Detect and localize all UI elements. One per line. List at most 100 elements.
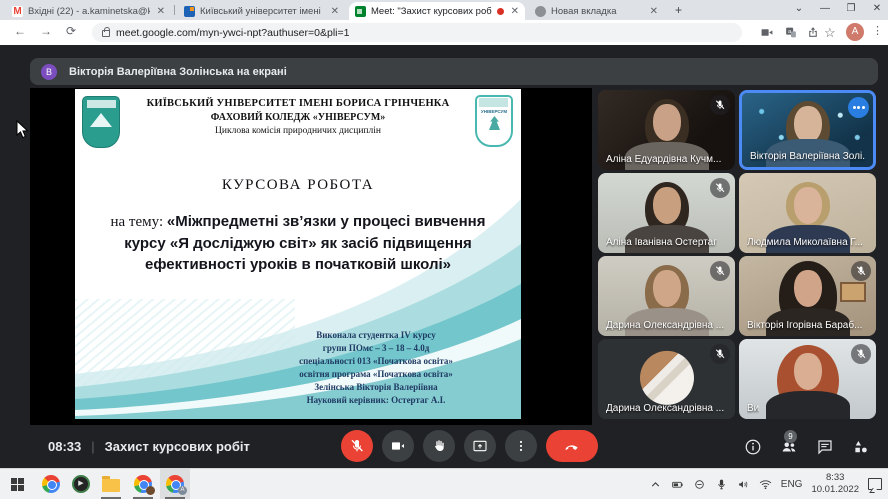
mic-muted-icon <box>710 95 730 115</box>
participant-tile[interactable]: Вікторія Ігорівна Бараб... <box>739 256 876 336</box>
microphone-tray-icon[interactable] <box>715 478 728 491</box>
tab-gmail[interactable]: M Вхідні (22) - a.kaminetska@kubg ✕ <box>6 2 171 20</box>
tab-title: Новая вкладка <box>551 6 643 17</box>
more-options-button[interactable] <box>505 430 537 462</box>
tab-university[interactable]: Київський університет імені Бор ✕ <box>178 2 345 20</box>
battery-icon[interactable] <box>671 478 684 491</box>
participant-tile[interactable]: Аліна Едуардівна Кучм... <box>598 90 735 170</box>
slide-header: КИЇВСЬКИЙ УНІВЕРСИТЕТ ІМЕНІ БОРИСА ГРІНЧ… <box>123 98 473 136</box>
gmail-icon: M <box>12 6 23 17</box>
participant-name: Аліна Іванівна Остертаг <box>606 237 717 248</box>
raise-hand-button[interactable] <box>423 430 455 462</box>
university-name: КИЇВСЬКИЙ УНІВЕРСИТЕТ ІМЕНІ БОРИСА ГРІНЧ… <box>123 98 473 109</box>
default-favicon <box>535 6 546 17</box>
speaker-icon[interactable] <box>737 478 750 491</box>
participants-icon[interactable]: 9 <box>780 438 798 456</box>
hidden-icons-chevron-icon[interactable] <box>649 478 662 491</box>
wifi-icon[interactable] <box>759 478 772 491</box>
translate-icon[interactable]: a <box>784 26 798 39</box>
onedrive-icon[interactable] <box>693 478 706 491</box>
taskbar-chrome-1[interactable] <box>36 469 66 499</box>
meet-icon <box>355 6 366 17</box>
folder-icon <box>102 479 120 492</box>
bookmark-star-icon[interactable]: ☆ <box>824 25 838 38</box>
tab-title: Meet: "Захист курсових роб <box>371 6 492 17</box>
mic-off-button[interactable] <box>341 430 373 462</box>
chrome-icon <box>134 475 152 493</box>
new-tab-button[interactable]: + <box>672 4 685 17</box>
back-button[interactable]: ← <box>14 24 26 38</box>
participant-tile[interactable]: Аліна Іванівна Остертаг <box>598 173 735 253</box>
author-line: Зелінська Вікторія Валеріївна <box>245 381 507 394</box>
taskbar-media-player[interactable]: ▶ <box>66 469 96 499</box>
action-center-icon[interactable] <box>868 478 882 490</box>
self-view-tile[interactable]: Ви <box>739 339 876 419</box>
participant-name: Дарина Олександрівна ... <box>606 403 724 414</box>
author-line: освітня програма «Початкова освіта» <box>245 368 507 381</box>
taskbar-file-explorer[interactable] <box>96 469 126 499</box>
clock[interactable]: 8:33 10.01.2022 <box>811 472 859 496</box>
end-call-button[interactable] <box>546 430 598 462</box>
participant-name: Аліна Едуардівна Кучм... <box>606 154 721 165</box>
taskbar-chrome-2[interactable] <box>128 469 158 499</box>
present-screen-button[interactable] <box>464 430 496 462</box>
chat-icon[interactable] <box>816 438 834 456</box>
window-minimize-button[interactable]: — <box>812 0 838 20</box>
profile-badge <box>146 486 155 495</box>
browser-profile-avatar[interactable]: A <box>846 23 864 41</box>
taskbar-chrome-active[interactable]: A <box>160 469 190 499</box>
university-left-logo <box>82 96 120 148</box>
camera-button[interactable] <box>382 430 414 462</box>
clock-time: 08:33 <box>48 439 81 454</box>
mic-muted-icon <box>710 344 730 364</box>
meeting-details-icon[interactable] <box>744 438 762 456</box>
participant-tile[interactable]: Дарина Олександрівна ... <box>598 339 735 419</box>
activities-icon[interactable] <box>852 438 870 456</box>
tab-title: Вхідні (22) - a.kaminetska@kubg <box>28 6 150 17</box>
tile-more-options-icon[interactable] <box>848 97 869 118</box>
tab-divider <box>174 5 175 15</box>
presentation-slide: УНІВЕРСУМ КИЇВСЬКИЙ УНІВЕРСИТЕТ ІМЕНІ БО… <box>75 89 521 419</box>
language-indicator[interactable]: ENG <box>781 479 803 490</box>
presenting-banner-text: Вікторія Валеріївна Золінська на екрані <box>69 66 287 78</box>
author-line: Виконала студентка IV курсу <box>245 329 507 342</box>
browser-menu-icon[interactable]: ⋮ <box>872 24 883 37</box>
start-button[interactable] <box>2 469 32 499</box>
tab-meet-active[interactable]: Meet: "Захист курсових роб ✕ <box>349 2 525 20</box>
participant-tile[interactable]: Людмила Миколаївна Г... <box>739 173 876 253</box>
author-line: групи ПОмс – 3 – 18 – 4.0д <box>245 342 507 355</box>
participant-tile[interactable]: Дарина Олександрівна ... <box>598 256 735 336</box>
commission-name: Циклова комісія природничих дисциплін <box>123 126 473 136</box>
meeting-info: 08:33 | Захист курсових робіт <box>48 425 250 468</box>
tab-close-icon[interactable]: ✕ <box>329 6 339 17</box>
window-close-button[interactable]: ✕ <box>864 0 888 20</box>
tab-newtab[interactable]: Новая вкладка ✕ <box>529 2 664 20</box>
participant-name: Вікторія Валеріївна Золі... <box>750 151 865 162</box>
window-maximize-button[interactable]: ❐ <box>838 0 864 20</box>
call-controls <box>341 430 598 462</box>
mic-muted-icon <box>710 261 730 281</box>
tab-title: Київський університет імені Бор <box>200 6 324 17</box>
chevron-down-icon[interactable]: ⌄ <box>786 0 812 20</box>
address-bar[interactable]: meet.google.com/myn-ywci-npt?authuser=0&… <box>92 23 742 42</box>
secure-lock-icon <box>102 30 110 37</box>
participant-name: Вікторія Ігорівна Бараб... <box>747 320 862 331</box>
tab-close-icon[interactable]: ✕ <box>648 6 658 17</box>
picture-frame <box>840 282 866 302</box>
author-line: спеціальності 013 «Початкова освіта» <box>245 355 507 368</box>
college-name: ФАХОВИЙ КОЛЕДЖ «УНІВЕРСУМ» <box>123 112 473 123</box>
reload-button[interactable]: ⟳ <box>66 24 76 38</box>
share-icon[interactable] <box>806 26 820 39</box>
participants-count-badge: 9 <box>784 430 797 443</box>
tab-close-icon[interactable]: ✕ <box>509 6 519 17</box>
tab-close-icon[interactable]: ✕ <box>155 6 165 17</box>
meet-right-controls: 9 <box>744 425 870 468</box>
theme-prefix: на тему: <box>111 214 167 230</box>
meet-control-bar: 08:33 | Захист курсових робіт 9 <box>0 425 888 468</box>
participant-tile-presenter[interactable]: Вікторія Валеріївна Золі... <box>739 90 876 170</box>
presenter-avatar: В <box>41 64 57 80</box>
chrome-icon <box>42 475 60 493</box>
system-tray: ENG 8:33 10.01.2022 <box>649 469 882 499</box>
camera-in-use-icon[interactable] <box>760 26 774 39</box>
forward-button[interactable]: → <box>40 24 52 38</box>
